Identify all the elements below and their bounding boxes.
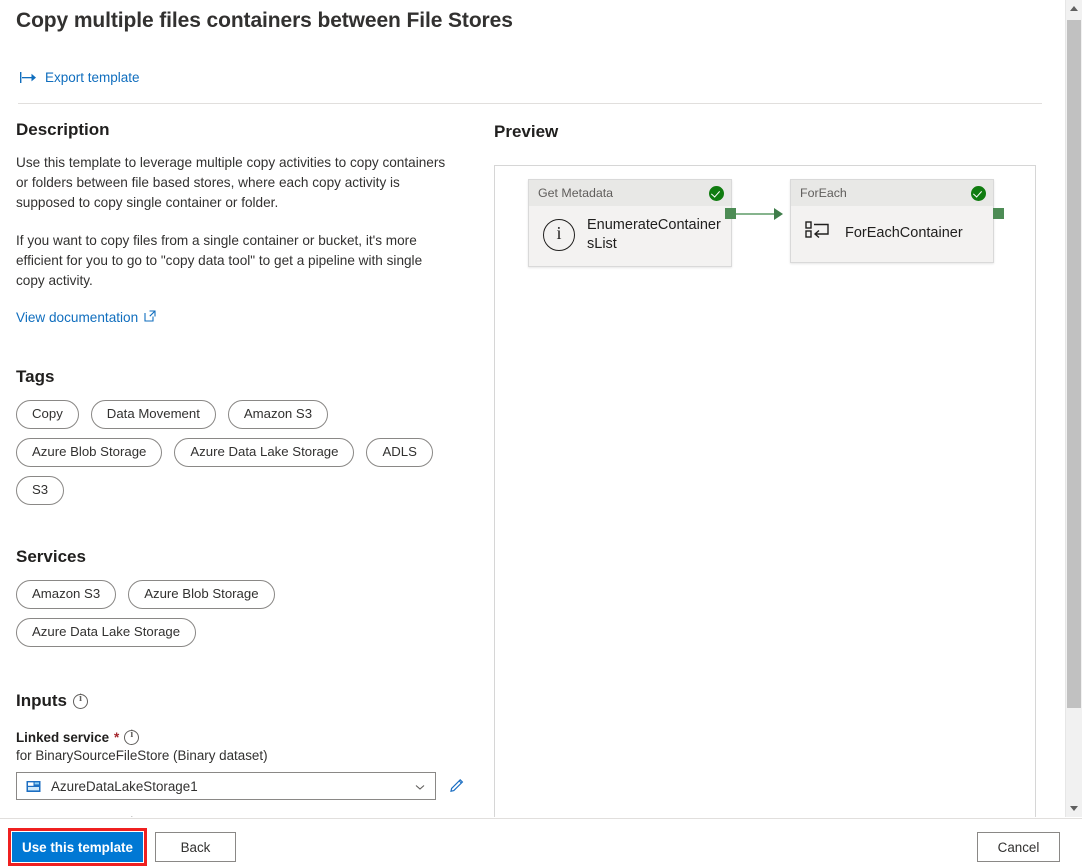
description-paragraph-1: Use this template to leverage multiple c…: [16, 153, 448, 213]
chevron-down-icon: [414, 780, 426, 792]
inputs-heading-label: Inputs: [16, 691, 67, 711]
external-link-icon: [144, 310, 156, 325]
service-pill[interactable]: Azure Data Lake Storage: [16, 618, 196, 647]
info-icon: [73, 694, 88, 709]
scroll-down-glyph: [1070, 806, 1078, 811]
node-header: ForEach: [791, 180, 993, 206]
pipeline-node-get-metadata[interactable]: Get Metadata EnumerateContainersList: [528, 179, 732, 267]
tag-pill[interactable]: Azure Data Lake Storage: [174, 438, 354, 467]
left-details-column: Description Use this template to leverag…: [16, 120, 466, 817]
tags-list: Copy Data Movement Amazon S3 Azure Blob …: [16, 400, 466, 505]
preview-heading: Preview: [494, 122, 558, 142]
required-marker: *: [114, 730, 119, 745]
description-heading-label: Description: [16, 120, 110, 140]
pencil-edit-icon[interactable]: [448, 777, 466, 795]
pipeline-node-foreach[interactable]: ForEach ForEachContainer: [790, 179, 994, 263]
tag-pill[interactable]: Copy: [16, 400, 79, 429]
node-name-label: EnumerateContainersList: [587, 216, 723, 254]
preview-section: Preview Get Metadata EnumerateContainers…: [494, 122, 558, 142]
services-list: Amazon S3 Azure Blob Storage Azure Data …: [16, 580, 466, 647]
node-output-port[interactable]: [725, 208, 736, 219]
description-paragraph-2: If you want to copy files from a single …: [16, 231, 448, 291]
node-body: ForEachContainer: [791, 206, 993, 262]
info-icon: [124, 730, 139, 745]
node-type-label: Get Metadata: [538, 186, 613, 200]
inputs-heading: Inputs: [16, 691, 466, 711]
tags-heading: Tags: [16, 367, 466, 387]
cancel-button[interactable]: Cancel: [977, 832, 1060, 862]
linked-service-dropdown[interactable]: AzureDataLakeStorage1: [16, 772, 436, 800]
scroll-down-arrow-icon[interactable]: [1066, 800, 1082, 817]
service-pill[interactable]: Amazon S3: [16, 580, 116, 609]
tags-heading-label: Tags: [16, 367, 54, 387]
service-pill[interactable]: Azure Blob Storage: [128, 580, 274, 609]
node-body: EnumerateContainersList: [529, 206, 731, 266]
tag-pill[interactable]: ADLS: [366, 438, 432, 467]
tag-pill[interactable]: Data Movement: [91, 400, 216, 429]
info-circle-activity-icon: [543, 219, 575, 251]
node-name-label: ForEachContainer: [845, 224, 963, 243]
export-template-link[interactable]: Export template: [20, 70, 140, 85]
tag-pill[interactable]: S3: [16, 476, 64, 505]
node-output-port[interactable]: [993, 208, 1004, 219]
back-button[interactable]: Back: [155, 832, 236, 862]
node-type-label: ForEach: [800, 186, 847, 200]
green-check-icon: [709, 186, 724, 201]
scroll-up-arrow-icon[interactable]: [1066, 0, 1082, 17]
scrollable-content: Copy multiple files containers between F…: [0, 0, 1064, 817]
foreach-loop-icon: [805, 220, 833, 246]
view-documentation-link[interactable]: View documentation: [16, 310, 156, 325]
input-field-label-row: Linked service *: [16, 730, 466, 745]
input-field-label: Linked service: [16, 730, 109, 745]
tag-pill[interactable]: Azure Blob Storage: [16, 438, 162, 467]
green-check-icon: [971, 186, 986, 201]
pipeline-preview-canvas[interactable]: Get Metadata EnumerateContainersList For…: [494, 165, 1036, 817]
azure-data-lake-storage-icon: [26, 780, 41, 793]
input-field-control-row: AzureDataLakeStorage1: [16, 772, 466, 800]
page-title: Copy multiple files containers between F…: [16, 9, 513, 33]
scroll-up-glyph: [1070, 6, 1078, 11]
pipeline-edge-arrow: [774, 208, 783, 220]
template-detail-page: Copy multiple files containers between F…: [0, 0, 1082, 866]
input-field-sublabel: for BinarySourceFileStore (Binary datase…: [16, 748, 466, 763]
scrollbar-thumb[interactable]: [1067, 20, 1081, 708]
linked-service-value: AzureDataLakeStorage1: [51, 779, 414, 794]
view-documentation-label: View documentation: [16, 310, 138, 325]
export-template-label: Export template: [45, 70, 140, 85]
footer-action-bar: Use this template Back Cancel: [0, 818, 1082, 867]
node-header: Get Metadata: [529, 180, 731, 206]
services-heading-label: Services: [16, 547, 86, 567]
vertical-scrollbar[interactable]: [1065, 0, 1082, 817]
tag-pill[interactable]: Amazon S3: [228, 400, 328, 429]
description-heading: Description: [16, 120, 466, 140]
export-arrow-icon: [20, 71, 37, 84]
services-heading: Services: [16, 547, 466, 567]
header-divider: [18, 103, 1042, 104]
use-this-template-button[interactable]: Use this template: [12, 832, 143, 862]
input-field-linked-service-source: Linked service * for BinarySourceFileSto…: [16, 730, 466, 800]
pipeline-edge-line: [735, 213, 775, 215]
